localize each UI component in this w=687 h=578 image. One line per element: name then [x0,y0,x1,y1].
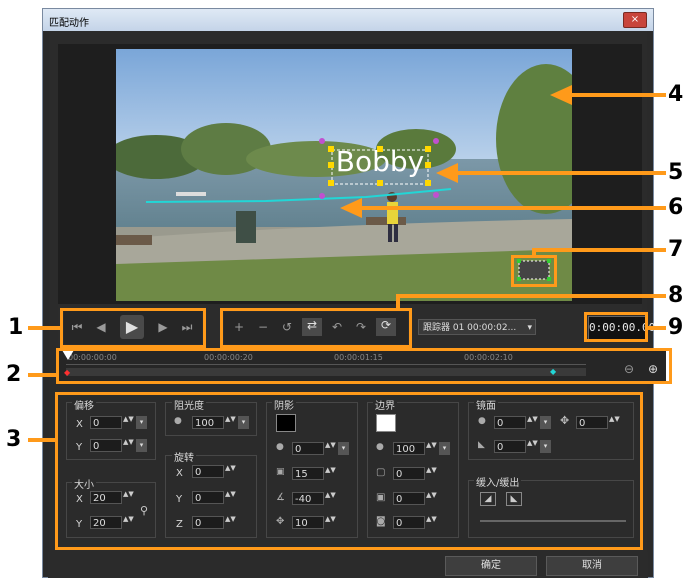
callout-number-2: 2 [6,362,22,387]
callout-line-9 [646,326,666,330]
callout-number-1: 1 [8,315,24,340]
tracker-select-label: 跟踪器 01 00:00:02... [423,323,517,333]
callout-box-9 [584,312,648,342]
callout-line-1 [28,326,60,330]
cancel-button[interactable]: 取消 [546,556,638,576]
callout-number-9: 9 [668,315,684,340]
callout-number-4: 4 [668,82,684,107]
callout-line-7 [534,248,666,252]
chevron-down-icon: ▾ [527,323,532,333]
callout-line-3 [28,438,55,442]
callout-arrow-6 [340,198,362,218]
callout-number-5: 5 [668,160,684,185]
callout-box-8 [220,308,412,348]
callout-line-6 [362,206,666,210]
callout-arrow-5 [436,163,458,183]
callout-line-8 [398,294,666,298]
callout-number-7: 7 [668,237,684,262]
callout-number-8: 8 [668,283,684,308]
tracker-select[interactable]: 跟踪器 01 00:00:02... ▾ [418,319,536,335]
window-title: 匹配动作 [49,18,89,29]
callout-box-2 [56,348,672,384]
callout-number-3: 3 [6,427,22,452]
callout-arrow-4 [550,85,572,105]
video-preview[interactable]: Bobby [116,49,572,301]
callout-line-5 [458,171,666,175]
callout-box-1 [60,308,206,348]
callout-line-2 [28,373,56,377]
title-bar: 匹配动作 × [43,9,653,31]
callout-number-6: 6 [668,195,684,220]
callout-box-3 [55,392,643,550]
callout-box-7 [511,255,557,287]
tracked-text-object[interactable]: Bobby [330,145,430,179]
callout-line-4 [570,93,666,97]
close-button[interactable]: × [623,12,647,28]
ok-button[interactable]: 确定 [445,556,537,576]
callout-line-7b [532,248,536,256]
callout-line-8b [396,294,400,310]
